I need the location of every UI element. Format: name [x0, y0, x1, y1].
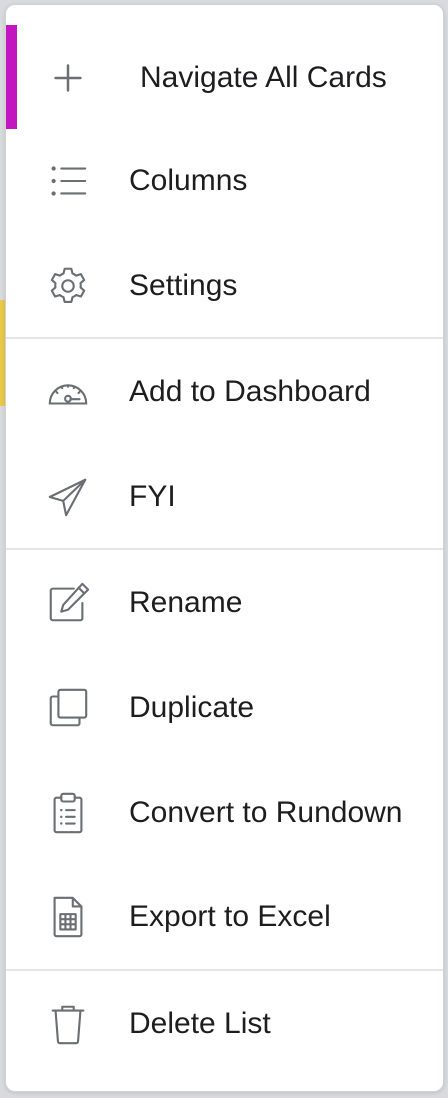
- menu-item-label: FYI: [129, 479, 176, 513]
- copy-icon: [44, 684, 92, 732]
- menu-item-label: Columns: [129, 163, 248, 197]
- edit-icon: [44, 579, 92, 627]
- menu-item-label: Settings: [129, 268, 238, 302]
- spreadsheet-file-icon: [44, 893, 92, 941]
- menu-item-duplicate[interactable]: Duplicate: [6, 655, 443, 760]
- gear-icon: [44, 262, 92, 310]
- list-icon: [44, 157, 92, 205]
- menu-item-label: Delete List: [129, 1006, 271, 1040]
- menu-item-label: Rename: [129, 585, 243, 619]
- menu-item-rename[interactable]: Rename: [6, 550, 443, 655]
- menu-item-navigate-all-cards[interactable]: Navigate All Cards: [6, 25, 443, 130]
- menu-item-columns[interactable]: Columns: [6, 128, 443, 233]
- menu-item-label: Navigate All Cards: [140, 60, 387, 94]
- menu-item-label: Duplicate: [129, 690, 255, 724]
- menu-item-add-to-dashboard[interactable]: Add to Dashboard: [6, 339, 443, 444]
- menu-item-label: Export to Excel: [129, 899, 331, 933]
- clipboard-list-icon: [44, 789, 92, 837]
- menu-item-delete-list[interactable]: Delete List: [6, 971, 443, 1076]
- context-menu: Navigate All Cards Columns Settings Add …: [5, 4, 444, 1092]
- menu-item-settings[interactable]: Settings: [6, 233, 443, 338]
- menu-item-label: Add to Dashboard: [129, 374, 371, 408]
- paper-plane-icon: [44, 473, 92, 521]
- menu-item-fyi[interactable]: FYI: [6, 444, 443, 549]
- plus-icon: [44, 54, 92, 102]
- menu-item-label: Convert to Rundown: [129, 795, 403, 829]
- menu-item-convert-to-rundown[interactable]: Convert to Rundown: [6, 760, 443, 865]
- trash-icon: [44, 1000, 92, 1048]
- gauge-icon: [44, 368, 92, 416]
- menu-item-export-to-excel[interactable]: Export to Excel: [6, 864, 443, 969]
